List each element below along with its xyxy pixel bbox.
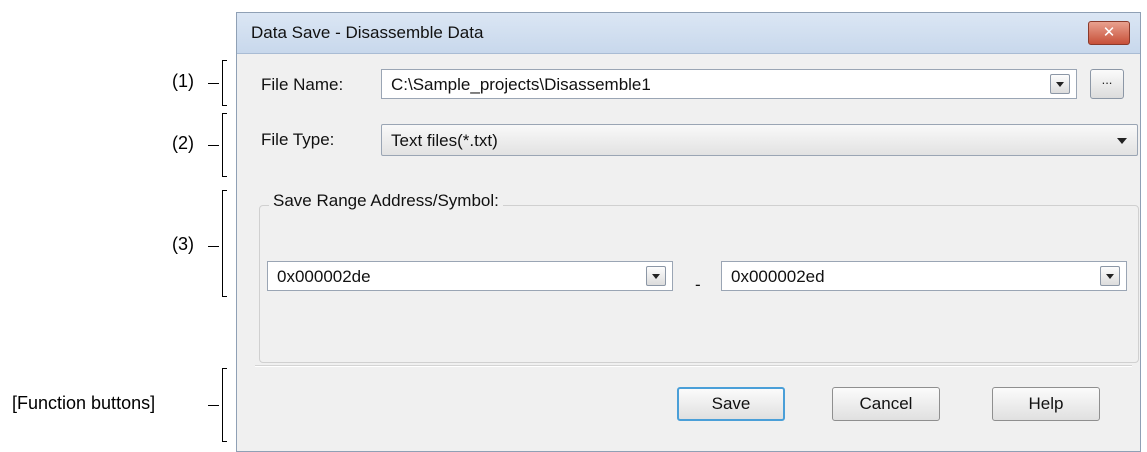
- file-name-label: File Name:: [261, 75, 344, 94]
- callout-function-buttons: [Function buttons]: [12, 393, 156, 413]
- save-button[interactable]: Save: [677, 387, 785, 421]
- chevron-down-icon: [1117, 138, 1127, 144]
- close-icon: ✕: [1102, 24, 1116, 41]
- button-separator: [255, 365, 1132, 367]
- range-start-combobox[interactable]: 0x000002de: [267, 261, 673, 291]
- help-button[interactable]: Help: [992, 387, 1100, 421]
- chevron-down-icon: [1106, 274, 1114, 279]
- browse-button[interactable]: ...: [1090, 69, 1124, 99]
- file-name-value: C:\Sample_projects\Disassemble1: [391, 75, 651, 94]
- callout-3: (3): [172, 234, 194, 254]
- close-button[interactable]: ✕: [1088, 21, 1130, 45]
- range-end-value: 0x000002ed: [731, 267, 825, 286]
- range-end-combobox[interactable]: 0x000002ed: [721, 261, 1127, 291]
- range-start-dropdown-button[interactable]: [646, 266, 666, 286]
- callout-function-buttons-bracket: [222, 368, 227, 442]
- data-save-dialog: Data Save - Disassemble Data ✕ File Name…: [236, 12, 1141, 452]
- file-type-label: File Type:: [261, 130, 335, 149]
- callout-2-bracket: [222, 113, 227, 177]
- range-start-value: 0x000002de: [277, 267, 371, 286]
- save-range-group-label: Save Range Address/Symbol:: [269, 191, 503, 211]
- callout-1-leader: [208, 83, 219, 84]
- callout-2-leader: [208, 145, 219, 146]
- callout-3-bracket: [222, 190, 227, 297]
- callout-function-buttons-leader: [208, 405, 219, 406]
- callout-3-leader: [208, 246, 219, 247]
- file-name-dropdown-button[interactable]: [1050, 74, 1070, 94]
- cancel-button[interactable]: Cancel: [832, 387, 940, 421]
- chevron-down-icon: [652, 274, 660, 279]
- callout-2: (2): [172, 133, 194, 153]
- dialog-title: Data Save - Disassemble Data: [251, 23, 484, 42]
- range-separator: -: [695, 275, 701, 294]
- file-type-select[interactable]: Text files(*.txt): [381, 124, 1138, 156]
- callout-1-bracket: [222, 60, 227, 106]
- range-end-dropdown-button[interactable]: [1100, 266, 1120, 286]
- file-name-combobox[interactable]: C:\Sample_projects\Disassemble1: [381, 69, 1077, 99]
- callout-1: (1): [172, 71, 194, 91]
- title-bar[interactable]: Data Save - Disassemble Data ✕: [237, 13, 1140, 54]
- chevron-down-icon: [1056, 82, 1064, 87]
- file-type-value: Text files(*.txt): [391, 131, 498, 150]
